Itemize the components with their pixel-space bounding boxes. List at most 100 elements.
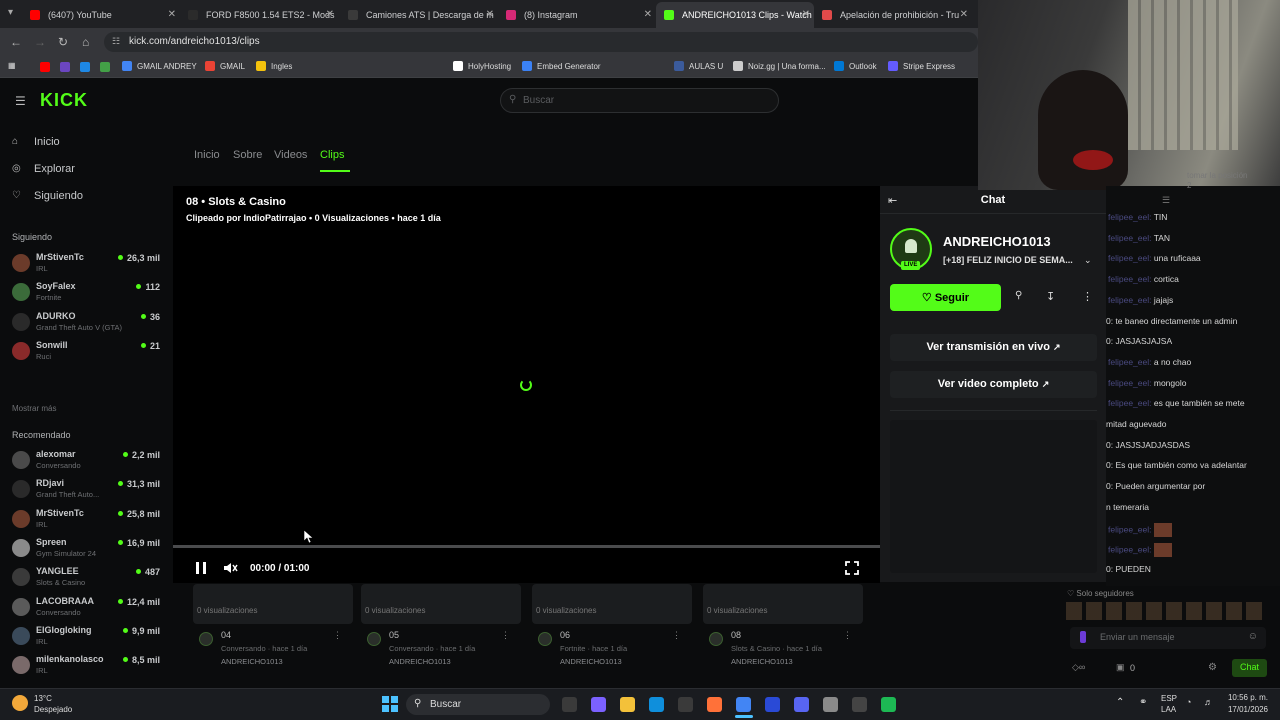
emoji-icon[interactable]: ☺ [1248, 631, 1258, 642]
kick-logo[interactable]: KICK [40, 90, 88, 111]
chat-username[interactable]: felipee_eel: [1108, 212, 1151, 222]
browser-tab[interactable]: Camiones ATS | Descarga de m ✕ [340, 2, 498, 28]
language-indicator[interactable]: ESP [1161, 694, 1177, 703]
tab-videos[interactable]: Videos [274, 149, 307, 161]
file-explorer-icon[interactable] [562, 697, 577, 712]
gift-icon[interactable]: ▣ [1116, 662, 1125, 673]
close-icon[interactable]: ✕ [960, 9, 968, 20]
chat-send-button[interactable]: Chat [1232, 659, 1267, 677]
browser-tab[interactable]: Apelación de prohibición - Tru ✕ [814, 2, 972, 28]
bookmark-item[interactable]: GMAIL [205, 61, 245, 71]
chevron-up-icon[interactable]: ⌃ [1116, 697, 1124, 708]
channel-item[interactable]: RDjavi Grand Theft Auto... 31,3 mil [12, 476, 160, 504]
bookmark-icon[interactable] [100, 62, 110, 72]
channel-item[interactable]: ADURKO Grand Theft Auto V (GTA) 36 [12, 309, 160, 337]
search-input[interactable]: ⚲ Buscar [500, 88, 779, 113]
chat-menu-icon[interactable]: ☰ [1162, 195, 1170, 206]
video-progress-bar[interactable] [173, 545, 880, 548]
browser-tab[interactable]: (6407) YouTube ✕ [22, 2, 180, 28]
browser-tab[interactable]: ANDREICHO1013 Clips - Watch ✕ [656, 2, 814, 28]
browser-tab[interactable]: (8) Instagram ✕ [498, 2, 656, 28]
more-options-icon[interactable]: ⋮ [333, 630, 342, 641]
edge-icon[interactable] [649, 697, 664, 712]
bookmark-item[interactable]: Outlook [834, 61, 877, 71]
github-icon[interactable] [852, 697, 867, 712]
more-options-icon[interactable]: ⋮ [501, 630, 510, 641]
points-icon[interactable]: ◇∞ [1072, 662, 1085, 673]
chat-username[interactable]: felipee_eel: [1108, 398, 1151, 408]
close-icon[interactable]: ✕ [802, 9, 810, 20]
store-icon[interactable] [678, 697, 693, 712]
channel-item[interactable]: YANGLEE Slots & Casino 487 [12, 564, 160, 592]
taskbar-search[interactable]: ⚲ Buscar [406, 694, 550, 715]
microphone-icon[interactable]: ⚭ [1139, 697, 1147, 708]
sidebar-item-inicio[interactable]: ⌂ Inicio [12, 136, 60, 148]
settings-icon[interactable]: ⚙ [1208, 662, 1217, 673]
full-video-button[interactable]: Ver video completo ↗ [890, 371, 1097, 398]
sidebar-item-siguiendo[interactable]: ♡ Siguiendo [12, 190, 83, 202]
tab-list-icon[interactable]: ▾ [8, 7, 13, 18]
channel-item[interactable]: milenkanolasco IRL 8,5 mil [12, 652, 160, 680]
more-options-icon[interactable]: ⋮ [672, 630, 681, 641]
chrome-icon[interactable] [736, 697, 751, 712]
channel-avatar[interactable]: LIVE [890, 228, 932, 270]
clip-thumbnail[interactable]: 0 visualizaciones [193, 584, 353, 624]
sidebar-item-explorar[interactable]: ◎ Explorar [12, 163, 75, 175]
windows-start-icon[interactable] [382, 696, 398, 712]
bookmark-item[interactable]: AULAS U [674, 61, 723, 71]
close-icon[interactable]: ✕ [486, 9, 494, 20]
menu-icon[interactable]: ☰ [15, 94, 26, 108]
chat-username[interactable]: felipee_eel: [1108, 378, 1151, 388]
emote-row[interactable] [1066, 602, 1266, 620]
bookmark-icon[interactable] [40, 62, 50, 72]
pause-icon[interactable] [194, 561, 208, 575]
channel-item[interactable]: SoyFalex Fortnite 112 [12, 279, 160, 307]
bookmark-item[interactable]: Stripe Express [888, 61, 955, 71]
discord-icon[interactable] [794, 697, 809, 712]
channel-item[interactable]: MrStivenTc IRL 25,8 mil [12, 506, 160, 534]
follow-button[interactable]: ♡ Seguir [890, 284, 1001, 311]
channel-item[interactable]: alexomar Conversando 2,2 mil [12, 447, 160, 475]
share-icon[interactable]: ⚲ [1015, 290, 1022, 301]
close-icon[interactable]: ✕ [644, 9, 652, 20]
bookmark-item[interactable]: Ingles [256, 61, 292, 71]
bookmark-item[interactable]: HolyHosting [453, 61, 511, 71]
bookmark-item[interactable]: GMAIL ANDREY [122, 61, 197, 71]
close-icon[interactable]: ✕ [168, 9, 176, 20]
app-icon[interactable] [823, 697, 838, 712]
chat-username[interactable]: felipee_eel: [1108, 233, 1151, 243]
copilot-icon[interactable] [591, 697, 606, 712]
firefox-icon[interactable] [707, 697, 722, 712]
home-icon[interactable]: ⌂ [82, 35, 89, 49]
more-options-icon[interactable]: ⋮ [843, 630, 852, 641]
bookmark-icon[interactable] [80, 62, 90, 72]
tab-sobre[interactable]: Sobre [233, 149, 262, 161]
tab-clips[interactable]: Clips [320, 149, 344, 161]
chat-username[interactable]: felipee_eel: [1108, 357, 1151, 367]
channel-item[interactable]: Sonwill Ruci 21 [12, 338, 160, 366]
reload-icon[interactable]: ↻ [58, 35, 68, 49]
chevron-down-icon[interactable]: ⌄ [1084, 255, 1092, 266]
fullscreen-icon[interactable] [845, 561, 859, 575]
clip-thumbnail[interactable]: 0 visualizaciones [361, 584, 521, 624]
browser-tab[interactable]: FORD F8500 1.54 ETS2 - Mods ✕ [180, 2, 338, 28]
bookmark-item[interactable]: Embed Generator [522, 61, 601, 71]
clip-thumbnail[interactable]: 0 visualizaciones [532, 584, 692, 624]
mute-icon[interactable] [222, 560, 238, 576]
watch-live-button[interactable]: Ver transmisión en vivo ↗ [890, 334, 1097, 361]
address-bar[interactable]: ☷ kick.com/andreicho1013/clips [104, 32, 978, 52]
vs-code-icon[interactable] [765, 697, 780, 712]
chat-username[interactable]: felipee_eel: [1108, 524, 1151, 534]
tab-inicio[interactable]: Inicio [194, 149, 220, 161]
spotify-icon[interactable] [881, 697, 896, 712]
channel-name[interactable]: ANDREICHO1013 [943, 234, 1051, 249]
close-icon[interactable]: ✕ [326, 9, 334, 20]
channel-item[interactable]: Spreen Gym Simulator 24 16,9 mil [12, 535, 160, 563]
chat-username[interactable]: felipee_eel: [1108, 295, 1151, 305]
apps-icon[interactable]: ▦ [8, 61, 16, 70]
chat-username[interactable]: felipee_eel: [1108, 253, 1151, 263]
channel-item[interactable]: MrStivenTc IRL 26,3 mil [12, 250, 160, 278]
site-info-icon[interactable]: ☷ [112, 36, 120, 47]
chat-username[interactable]: felipee_eel: [1108, 274, 1151, 284]
channel-item[interactable]: ElGlogloking IRL 9,9 mil [12, 623, 160, 651]
